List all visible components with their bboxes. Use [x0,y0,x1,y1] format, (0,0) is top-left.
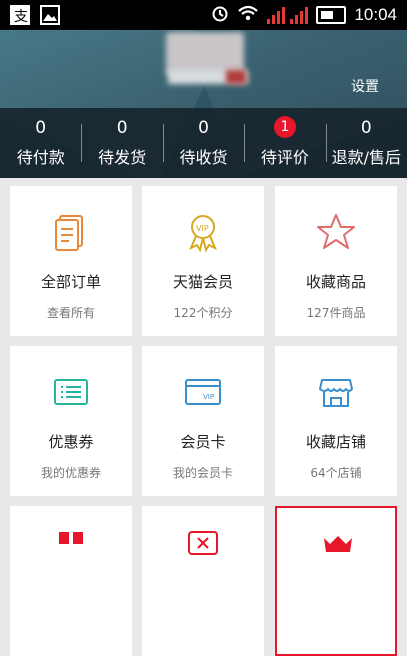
svg-text:VIP: VIP [196,224,209,233]
card-subtitle: 查看所有 [46,306,95,320]
battery-icon [316,6,347,24]
card-subtitle: 127件商品 [306,306,366,320]
gallery-icon [40,5,60,29]
member-badge [226,70,246,84]
order-count: 0 [35,118,47,138]
grid-card-partial-3[interactable] [275,506,397,656]
signal-icon [267,6,309,24]
settings-link[interactable]: 设置 [351,76,379,96]
coupon-icon [51,372,91,412]
order-label: 待收货 [179,148,228,167]
vip-medal-icon: VIP [183,212,223,253]
grid-card-partial-1[interactable] [10,506,132,656]
gift-icon [51,526,91,566]
status-bar: 支 10:04 [0,0,407,30]
order-label: 待发货 [98,148,147,167]
order-list-icon [51,212,91,252]
clock: 10:04 [354,5,397,24]
card-title: 优惠券 [48,433,94,451]
tmall-vip-card[interactable]: VIP 天猫会员 122个积分 [142,186,264,336]
order-label: 待评价 [260,148,309,167]
card-subtitle: 64个店铺 [310,466,362,480]
favorite-stores-card[interactable]: 收藏店铺 64个店铺 [275,346,397,496]
cancel-box-icon [183,526,223,566]
coupons-card[interactable]: 优惠券 我的优惠券 [10,346,132,496]
wifi-icon [237,4,259,26]
card-title: 收藏店铺 [305,433,366,451]
store-icon [316,372,356,412]
vip-card-icon: VIP [183,372,223,412]
card-title: 收藏商品 [305,273,366,291]
order-refund-aftersale[interactable]: 0 退款/售后 [325,108,407,178]
alarm-icon [211,4,229,26]
all-orders-card[interactable]: 全部订单 查看所有 [10,186,132,336]
order-count: 0 [198,118,209,138]
card-subtitle: 122个积分 [173,306,233,320]
alipay-icon: 支 [10,5,30,25]
order-pending-receipt[interactable]: 0 待收货 [162,108,244,178]
svg-text:支: 支 [14,9,28,25]
order-count: 0 [360,118,372,138]
favorite-items-card[interactable]: 收藏商品 127件商品 [275,186,397,336]
card-subtitle: 我的优惠券 [40,466,101,480]
order-label: 退款/售后 [331,148,402,167]
order-label: 待付款 [16,148,65,167]
card-subtitle: 我的会员卡 [172,466,233,480]
crown-icon [318,528,358,568]
notification-badge: 1 [273,116,296,138]
order-count: 0 [116,118,128,138]
grid-card-partial-2[interactable] [142,506,264,656]
card-title: 会员卡 [180,433,226,451]
membership-card-card[interactable]: VIP 会员卡 我的会员卡 [142,346,264,496]
order-pending-shipment[interactable]: 0 待发货 [81,108,162,178]
card-title: 天猫会员 [172,273,233,291]
card-title: 全部订单 [40,273,101,291]
order-pending-payment[interactable]: 0 待付款 [0,108,81,178]
star-icon [316,212,356,252]
order-status-bar: 0 待付款 0 待发货 0 待收货 1 待评价 0 退款/售后 [0,108,407,178]
svg-text:VIP: VIP [203,393,214,401]
profile-header: 设置 0 待付款 0 待发货 0 待收货 1 待评价 0 退款/售后 [0,30,407,178]
feature-grid: 全部订单 查看所有 VIP 天猫会员 122个积分 收藏商品 127件商品 优惠… [0,178,407,656]
order-pending-review[interactable]: 1 待评价 [244,108,325,178]
